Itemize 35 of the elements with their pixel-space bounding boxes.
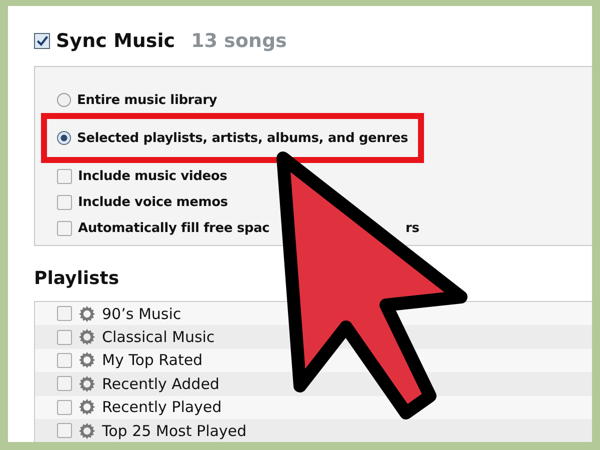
section-heading: Playlists xyxy=(34,268,120,289)
gear-icon xyxy=(78,398,96,416)
playlist-name: My Top Rated xyxy=(102,351,203,370)
option-label-fragment: rs xyxy=(406,220,420,236)
option-label: Automatically fill free spac xyxy=(78,220,270,236)
playlist-name: Recently Played xyxy=(102,398,222,416)
playlist-name: Classical Music xyxy=(102,328,215,346)
gear-icon xyxy=(78,328,96,346)
gear-icon xyxy=(78,351,96,370)
checkbox[interactable] xyxy=(57,306,72,322)
checkbox[interactable] xyxy=(57,168,72,184)
song-count: 13 songs xyxy=(191,30,287,52)
option-label: Include music videos xyxy=(78,168,228,184)
option-label: Selected playlists, artists, albums, and genres xyxy=(77,130,408,146)
checkbox[interactable] xyxy=(57,423,72,438)
playlist-row[interactable]: Top 25 Most Played xyxy=(35,418,592,442)
checkbox[interactable] xyxy=(57,376,72,392)
checkbox[interactable] xyxy=(57,220,72,236)
checkbox[interactable] xyxy=(57,352,72,368)
checkbox[interactable] xyxy=(57,400,72,415)
playlist-name: Top 25 Most Played xyxy=(102,422,247,440)
radio-button[interactable] xyxy=(57,131,71,145)
playlist-row[interactable]: Recently Played xyxy=(35,396,592,419)
gear-icon xyxy=(78,374,96,393)
checkbox[interactable] xyxy=(57,330,72,345)
sync-checkbox[interactable] xyxy=(34,33,50,49)
gear-icon xyxy=(78,304,96,323)
radio-button[interactable] xyxy=(57,93,71,107)
gear-icon xyxy=(78,422,96,440)
checkbox[interactable] xyxy=(57,194,72,210)
playlist-name: 90’s Music xyxy=(102,304,182,323)
sync-music-label: Sync Music xyxy=(56,30,175,52)
playlist-name: Recently Added xyxy=(102,374,220,393)
option-label: Entire music library xyxy=(77,92,218,108)
option-label: Include voice memos xyxy=(78,194,228,210)
